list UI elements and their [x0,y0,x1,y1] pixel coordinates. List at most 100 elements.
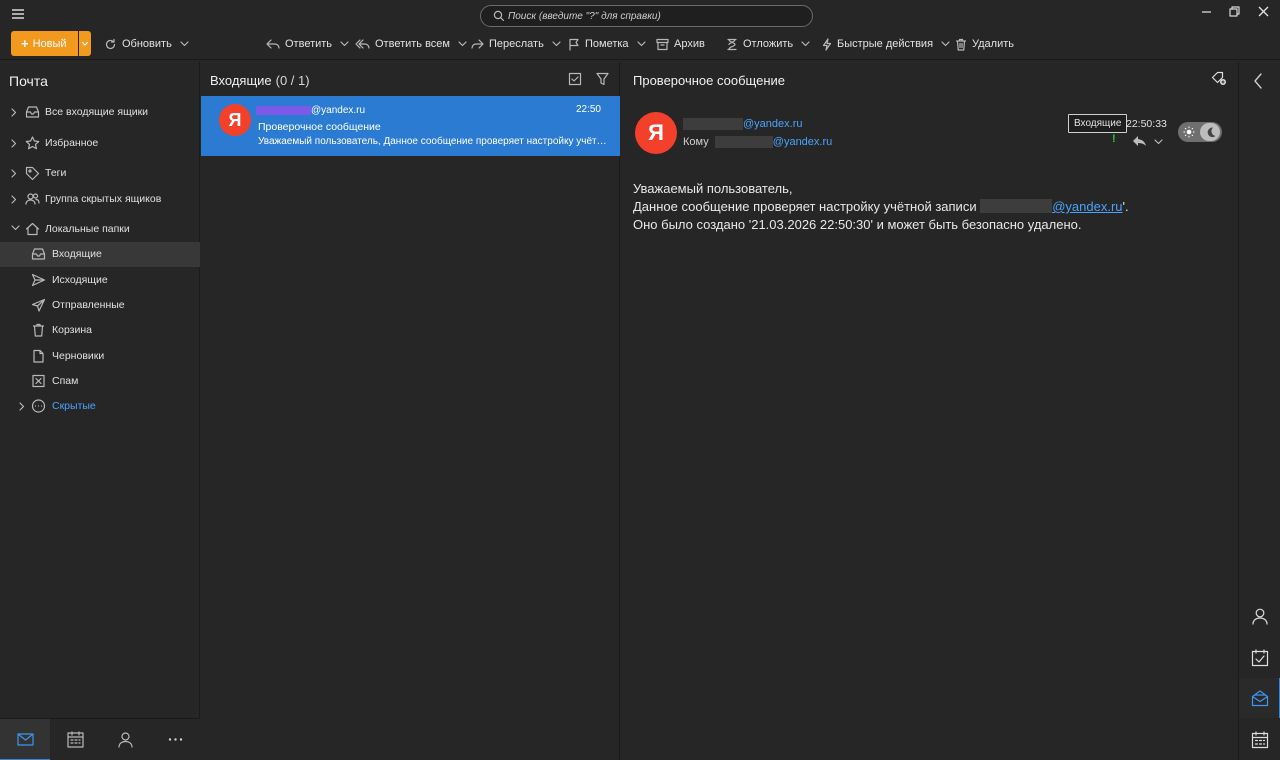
trash-icon [31,323,46,337]
flag-icon [568,38,580,51]
delete-label: Удалить [972,38,1014,50]
body-line: Уважаемый пользователь, [633,181,793,196]
body-text: '. [1122,199,1129,214]
sidebar-title: Почта [9,73,48,89]
sidebar-item-spam[interactable]: Спам [0,369,200,394]
forward-button[interactable]: Переслать [470,33,561,55]
chevron-down-icon [801,41,810,47]
mail-nav-button[interactable] [0,719,50,760]
sidebar-item-label: Спам [52,375,79,387]
message-list: Входящие (0 / 1) Я @yandex.ru 22:50 Прове… [201,62,620,760]
quick-actions-button[interactable]: Быстрые действия [822,33,950,55]
contacts-nav-button[interactable] [100,719,150,760]
sender-address[interactable]: @yandex.ru [683,118,802,131]
rail-tasks-button[interactable] [1239,638,1280,678]
restore-icon[interactable] [1226,4,1244,20]
reply-button[interactable]: Ответить [266,33,349,55]
sidebar-item-hidden-group[interactable]: Группа скрытых ящиков [0,187,200,212]
search-icon [493,10,505,22]
sidebar-item-tags[interactable]: Теги [0,161,200,186]
filter-icon[interactable] [596,72,609,86]
outbox-icon [31,273,46,287]
lightning-icon [822,37,832,51]
sidebar-item-label: Черновики [52,350,105,362]
hourglass-icon [726,38,738,51]
chevron-down-icon[interactable] [11,225,20,231]
sidebar-item-trash[interactable]: Корзина [0,318,200,343]
refresh-label: Обновить [122,38,172,50]
reading-pane: Проверочное сообщение Я @yandex.ru Кому … [621,62,1238,760]
toolbar: + Новый Обновить Ответить Ответить всем … [0,30,1280,60]
sidebar-item-label: Исходящие [52,274,108,286]
new-dropdown-button[interactable] [79,31,91,56]
sidebar-item-label: Входящие [52,248,102,260]
sidebar-item-sent[interactable]: Отправленные [0,293,200,318]
body-link[interactable]: @yandex.ru [1052,199,1122,214]
sun-icon [1183,126,1195,138]
sidebar-item-outbox[interactable]: Исходящие [0,268,200,293]
to-label: Кому [683,136,709,148]
delete-button[interactable]: Удалить [955,33,1014,55]
reply-all-button[interactable]: Ответить всем [355,33,467,55]
add-tag-icon[interactable] [1211,71,1227,86]
chevron-down-icon [180,41,189,47]
sidebar-item-label: Все входящие ящики [45,106,149,118]
chevron-right-icon[interactable] [19,402,25,411]
sidebar-item-label: Отправленные [52,299,125,311]
reply-arrow-icon[interactable] [1132,135,1148,147]
rail-mail-button[interactable] [1239,678,1280,718]
chevron-down-icon[interactable] [1154,139,1163,145]
more-circle-icon [31,399,46,413]
message-sender: @yandex.ru [256,105,365,116]
chevron-right-icon[interactable] [11,169,17,178]
search-input[interactable] [508,8,798,24]
search-box[interactable] [480,5,813,27]
draft-icon [31,349,46,363]
quick-actions-label: Быстрые действия [837,38,934,50]
chevron-right-icon[interactable] [11,139,17,148]
rail-calendar-button[interactable] [1239,720,1280,760]
inbox-stack-icon [25,105,40,119]
chevron-down-icon [458,41,467,47]
redacted-name [683,118,743,131]
message-time: 22:50:33 [1126,118,1167,130]
sidebar-item-inbox[interactable]: Входящие [0,242,200,267]
reply-icon [266,38,280,50]
snooze-label: Отложить [743,38,794,50]
sidebar-item-hidden[interactable]: Скрытые [0,394,200,419]
message-preview: Уважаемый пользователь, Данное сообщение… [258,136,608,147]
calendar-nav-button[interactable] [50,719,100,760]
mark-all-read-icon[interactable] [568,72,582,86]
folder-badge[interactable]: Входящие [1068,114,1128,133]
sender-avatar: Я [219,104,251,136]
sidebar-item-favorites[interactable]: Избранное [0,131,200,156]
message-subject: Проверочное сообщение [258,121,381,133]
flag-button[interactable]: Пометка [568,33,646,55]
close-icon[interactable] [1255,4,1273,20]
archive-icon [656,38,669,51]
title-bar [0,0,1280,30]
more-nav-button[interactable] [150,719,200,760]
sidebar-item-label: Корзина [52,324,92,336]
snooze-button[interactable]: Отложить [726,33,810,55]
archive-button[interactable]: Архив [656,33,705,55]
rail-contacts-button[interactable] [1239,596,1280,636]
sidebar-item-local-folders[interactable]: Локальные папки [0,217,200,242]
refresh-button[interactable]: Обновить [104,33,189,55]
inbox-icon [31,247,46,261]
importance-flag: ! [1112,133,1116,145]
minimize-icon[interactable] [1198,4,1216,20]
redacted-name [714,136,773,149]
collapse-panel-icon[interactable] [1253,73,1263,89]
hamburger-menu-icon[interactable] [8,6,28,22]
chevron-right-icon[interactable] [11,108,17,117]
chevron-right-icon[interactable] [11,195,17,204]
recipient-domain[interactable]: @yandex.ru [773,136,832,148]
new-message-button[interactable]: + Новый [11,31,78,56]
sidebar-item-all-inboxes[interactable]: Все входящие ящики [0,100,200,125]
theme-toggle[interactable] [1178,122,1222,142]
sidebar-item-drafts[interactable]: Черновики [0,344,200,369]
body-line: Данное сообщение проверяет настройку учё… [633,198,1129,216]
recipient-line: Кому @yandex.ru [683,136,832,149]
message-row[interactable]: Я @yandex.ru 22:50 Проверочное сообщение… [201,96,620,156]
